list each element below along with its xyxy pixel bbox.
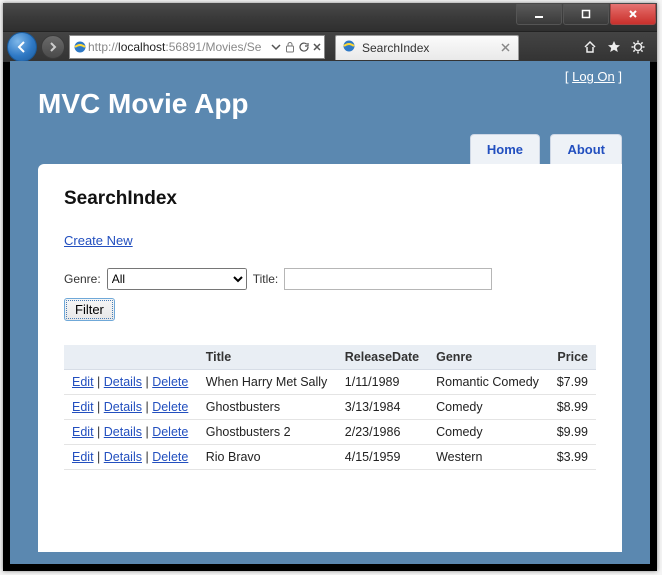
- table-row: Edit | Details | DeleteGhostbusters3/13/…: [64, 395, 596, 420]
- create-new-link[interactable]: Create New: [64, 233, 133, 248]
- details-link[interactable]: Details: [104, 425, 142, 439]
- browser-tab[interactable]: SearchIndex: [335, 35, 519, 60]
- details-link[interactable]: Details: [104, 375, 142, 389]
- window-maximize-button[interactable]: [563, 4, 609, 25]
- close-icon: [501, 43, 510, 52]
- cell-title: Rio Bravo: [198, 445, 337, 470]
- dropdown-icon[interactable]: [270, 41, 282, 53]
- nav-forward-button[interactable]: [41, 35, 65, 59]
- home-icon[interactable]: [583, 40, 597, 54]
- cell-price: $8.99: [548, 395, 596, 420]
- tools-icon[interactable]: [631, 40, 645, 54]
- cell-genre: Comedy: [428, 420, 548, 445]
- cell-title: When Harry Met Sally: [198, 370, 337, 395]
- cell-price: $7.99: [548, 370, 596, 395]
- title-input[interactable]: [284, 268, 492, 290]
- arrow-left-icon: [15, 40, 29, 54]
- col-title: Title: [198, 345, 337, 370]
- cell-title: Ghostbusters: [198, 395, 337, 420]
- logon-link[interactable]: Log On: [572, 69, 615, 84]
- cell-price: $3.99: [548, 445, 596, 470]
- window-minimize-button[interactable]: [516, 4, 562, 25]
- details-link[interactable]: Details: [104, 450, 142, 464]
- page-heading: SearchIndex: [64, 188, 596, 210]
- main-nav: Home About: [38, 134, 622, 164]
- window-close-button[interactable]: [610, 4, 656, 25]
- delete-link[interactable]: Delete: [152, 450, 188, 464]
- window-title-bar: [3, 3, 657, 32]
- tab-title: SearchIndex: [362, 41, 429, 55]
- cell-price: $9.99: [548, 420, 596, 445]
- nav-about[interactable]: About: [550, 134, 622, 164]
- nav-back-button[interactable]: [7, 32, 37, 62]
- tab-close-button[interactable]: [498, 41, 512, 55]
- genre-label: Genre:: [64, 272, 101, 286]
- movies-table: Title ReleaseDate Genre Price Edit | Det…: [64, 345, 596, 470]
- browser-toolbar: http://localhost:56891/Movies/Se SearchI…: [3, 32, 657, 62]
- edit-link[interactable]: Edit: [72, 425, 94, 439]
- col-actions: [64, 345, 198, 370]
- logon-area: [ Log On ]: [38, 69, 622, 84]
- ie-icon: [342, 39, 356, 56]
- cell-releasedate: 2/23/1986: [337, 420, 428, 445]
- genre-select[interactable]: All: [107, 268, 247, 290]
- favorites-icon[interactable]: [607, 40, 621, 54]
- cell-title: Ghostbusters 2: [198, 420, 337, 445]
- cell-genre: Western: [428, 445, 548, 470]
- edit-link[interactable]: Edit: [72, 450, 94, 464]
- app-title: MVC Movie App: [38, 88, 622, 120]
- arrow-right-icon: [48, 42, 58, 52]
- stop-icon[interactable]: [312, 42, 322, 52]
- content-panel: SearchIndex Create New Genre: All Title:…: [38, 164, 622, 552]
- lock-icon: [284, 41, 296, 53]
- title-label: Title:: [253, 272, 279, 286]
- table-row: Edit | Details | DeleteWhen Harry Met Sa…: [64, 370, 596, 395]
- nav-home[interactable]: Home: [470, 134, 540, 164]
- edit-link[interactable]: Edit: [72, 375, 94, 389]
- address-bar[interactable]: http://localhost:56891/Movies/Se: [69, 35, 325, 59]
- col-releasedate: ReleaseDate: [337, 345, 428, 370]
- refresh-icon[interactable]: [298, 41, 310, 53]
- delete-link[interactable]: Delete: [152, 400, 188, 414]
- cell-genre: Romantic Comedy: [428, 370, 548, 395]
- table-row: Edit | Details | DeleteRio Bravo4/15/195…: [64, 445, 596, 470]
- cell-releasedate: 4/15/1959: [337, 445, 428, 470]
- col-price: Price: [548, 345, 596, 370]
- cell-releasedate: 1/11/1989: [337, 370, 428, 395]
- cell-releasedate: 3/13/1984: [337, 395, 428, 420]
- details-link[interactable]: Details: [104, 400, 142, 414]
- ie-icon: [72, 39, 88, 55]
- delete-link[interactable]: Delete: [152, 375, 188, 389]
- filter-form: Genre: All Title:: [64, 268, 596, 290]
- table-row: Edit | Details | DeleteGhostbusters 22/2…: [64, 420, 596, 445]
- edit-link[interactable]: Edit: [72, 400, 94, 414]
- col-genre: Genre: [428, 345, 548, 370]
- delete-link[interactable]: Delete: [152, 425, 188, 439]
- filter-button[interactable]: Filter: [64, 298, 115, 321]
- cell-genre: Comedy: [428, 395, 548, 420]
- address-text: http://localhost:56891/Movies/Se: [88, 40, 270, 54]
